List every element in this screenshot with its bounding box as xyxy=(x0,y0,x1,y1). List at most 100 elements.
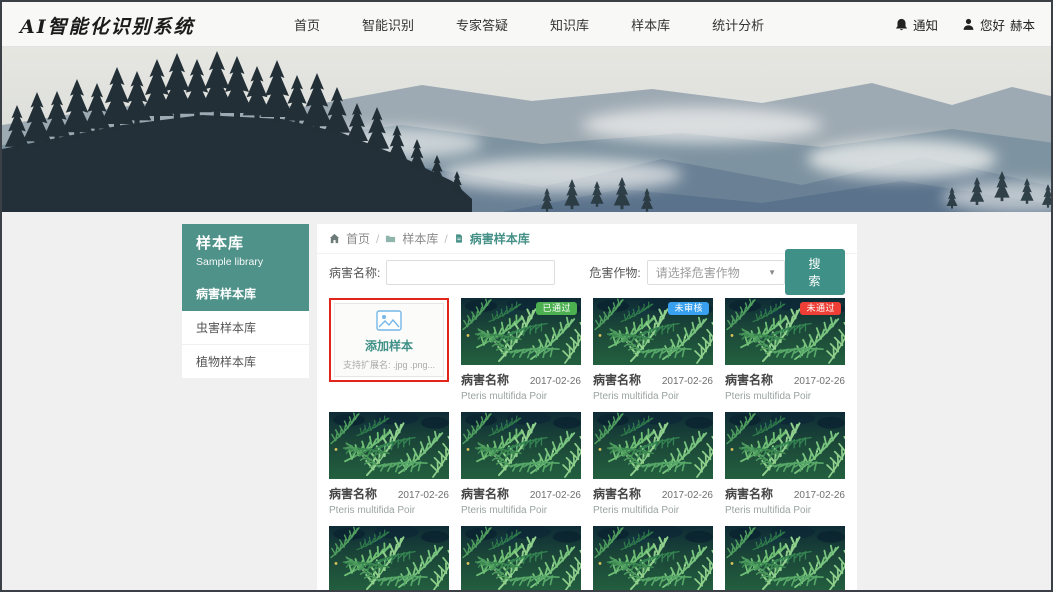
card-species: Pteris multifida Poir xyxy=(329,505,449,516)
breadcrumb-separator: / xyxy=(444,232,447,246)
nav-item-recognition[interactable]: 智能识别 xyxy=(362,15,414,34)
nav-item-samples[interactable]: 样本库 xyxy=(631,15,670,34)
home-icon xyxy=(329,233,340,244)
breadcrumb-current: 病害样本库 xyxy=(470,230,530,247)
card-species: Pteris multifida Poir xyxy=(593,391,713,402)
picture-icon xyxy=(376,310,402,331)
sample-thumbnail[interactable] xyxy=(329,526,449,592)
sample-grid: 添加样本 支持扩展名: .jpg .png... 已通过 病害名称 2017-0… xyxy=(317,290,857,592)
fern-photo xyxy=(725,412,845,479)
sample-thumbnail[interactable]: 未通过 xyxy=(725,298,845,365)
chevron-down-icon: ▼ xyxy=(768,268,776,277)
add-sample-label: 添加样本 xyxy=(365,337,413,354)
sample-thumbnail[interactable] xyxy=(593,526,713,592)
card-date: 2017-02-26 xyxy=(794,490,845,501)
sample-card[interactable]: 病害名称 2017-02-26 Pteris multifida Poir xyxy=(725,526,845,592)
card-species: Pteris multifida Poir xyxy=(461,391,581,402)
sidebar-title: 样本库 xyxy=(196,232,295,253)
card-title: 病害名称 xyxy=(593,485,641,502)
sample-card[interactable]: 已通过 病害名称 2017-02-26 Pteris multifida Poi… xyxy=(461,298,581,402)
filter-bar: 病害名称: 危害作物: 请选择危害作物 ▼ 搜索 xyxy=(317,254,857,290)
nav-item-statistics[interactable]: 统计分析 xyxy=(712,15,764,34)
sample-thumbnail[interactable] xyxy=(725,412,845,479)
card-title: 病害名称 xyxy=(725,485,773,502)
sample-card[interactable]: 病害名称 2017-02-26 Pteris multifida Poir xyxy=(461,412,581,516)
crop-select[interactable]: 请选择危害作物 ▼ xyxy=(647,260,785,285)
card-species: Pteris multifida Poir xyxy=(593,505,713,516)
sample-thumbnail[interactable] xyxy=(725,526,845,592)
card-date: 2017-02-26 xyxy=(794,376,845,387)
fern-photo xyxy=(593,526,713,592)
greeting-label: 您好 xyxy=(980,15,1005,34)
sample-thumbnail[interactable]: 已通过 xyxy=(461,298,581,365)
sample-card[interactable]: 病害名称 2017-02-26 Pteris multifida Poir xyxy=(593,412,713,516)
notifications-label: 通知 xyxy=(913,15,938,34)
hero-banner xyxy=(2,47,1053,212)
nav-item-expert-qa[interactable]: 专家答疑 xyxy=(456,15,508,34)
app-window: AI智能化识别系统 首页 智能识别 专家答疑 知识库 样本库 统计分析 通知 xyxy=(0,0,1053,592)
card-title: 病害名称 xyxy=(461,485,509,502)
card-date: 2017-02-26 xyxy=(530,490,581,501)
folder-icon xyxy=(385,233,396,244)
content-panel: 首页 / 样本库 / 病害样本库 病害名称: 危害作物: 请选择危害作物 ▼ 搜… xyxy=(317,224,857,592)
app-logo[interactable]: AI智能化识别系统 xyxy=(20,12,195,39)
fern-photo xyxy=(329,412,449,479)
sidebar-item-disease-samples[interactable]: 病害样本库 xyxy=(182,277,309,311)
add-sample-hint: 支持扩展名: .jpg .png... xyxy=(343,358,435,371)
disease-name-input[interactable] xyxy=(386,260,555,285)
card-meta: 病害名称 2017-02-26 Pteris multifida Poir xyxy=(593,485,713,516)
nav-item-home[interactable]: 首页 xyxy=(294,15,320,34)
sample-card[interactable]: 病害名称 2017-02-26 Pteris multifida Poir xyxy=(593,526,713,592)
card-meta: 病害名称 2017-02-26 Pteris multifida Poir xyxy=(725,371,845,402)
sample-card[interactable]: 未审核 病害名称 2017-02-26 Pteris multifida Poi… xyxy=(593,298,713,402)
sidebar-item-pest-samples[interactable]: 虫害样本库 xyxy=(182,311,309,345)
card-date: 2017-02-26 xyxy=(662,376,713,387)
breadcrumb-home[interactable]: 首页 xyxy=(346,230,370,247)
fern-photo xyxy=(725,526,845,592)
status-badge: 未审核 xyxy=(668,302,709,315)
navbar-right: 通知 您好 赫本 xyxy=(895,2,1035,47)
sidebar-item-plant-samples[interactable]: 植物样本库 xyxy=(182,345,309,379)
fern-photo xyxy=(461,412,581,479)
sample-thumbnail[interactable] xyxy=(593,412,713,479)
fern-photo xyxy=(461,526,581,592)
card-title: 病害名称 xyxy=(593,371,641,388)
fern-photo xyxy=(329,526,449,592)
username-label: 赫本 xyxy=(1010,15,1035,34)
card-species: Pteris multifida Poir xyxy=(461,505,581,516)
bell-icon xyxy=(895,18,908,31)
sample-thumbnail[interactable]: 未审核 xyxy=(593,298,713,365)
breadcrumb-library[interactable]: 样本库 xyxy=(402,230,438,247)
sample-thumbnail[interactable] xyxy=(461,526,581,592)
sample-thumbnail[interactable] xyxy=(329,412,449,479)
sample-thumbnail[interactable] xyxy=(461,412,581,479)
status-badge: 已通过 xyxy=(536,302,577,315)
user-menu[interactable]: 您好 赫本 xyxy=(962,15,1035,34)
crop-select-value: 请选择危害作物 xyxy=(656,264,740,281)
add-sample-button[interactable]: 添加样本 支持扩展名: .jpg .png... xyxy=(334,303,444,377)
sample-card[interactable]: 病害名称 2017-02-26 Pteris multifida Poir xyxy=(461,526,581,592)
card-species: Pteris multifida Poir xyxy=(725,505,845,516)
person-icon xyxy=(962,18,975,31)
highlight-box: 添加样本 支持扩展名: .jpg .png... xyxy=(329,298,449,382)
sample-card[interactable]: 病害名称 2017-02-26 Pteris multifida Poir xyxy=(329,526,449,592)
card-species: Pteris multifida Poir xyxy=(725,391,845,402)
fern-photo xyxy=(593,412,713,479)
card-meta: 病害名称 2017-02-26 Pteris multifida Poir xyxy=(593,371,713,402)
notifications-button[interactable]: 通知 xyxy=(895,15,938,34)
search-button[interactable]: 搜索 xyxy=(785,249,845,295)
main-nav: 首页 智能识别 专家答疑 知识库 样本库 统计分析 xyxy=(294,2,764,47)
sample-card[interactable]: 病害名称 2017-02-26 Pteris multifida Poir xyxy=(725,412,845,516)
sample-card[interactable]: 未通过 病害名称 2017-02-26 Pteris multifida Poi… xyxy=(725,298,845,402)
nav-item-knowledge[interactable]: 知识库 xyxy=(550,15,589,34)
sidebar-subtitle: Sample library xyxy=(196,256,295,268)
card-title: 病害名称 xyxy=(329,485,377,502)
sample-card[interactable]: 病害名称 2017-02-26 Pteris multifida Poir xyxy=(329,412,449,516)
status-badge: 未通过 xyxy=(800,302,841,315)
card-meta: 病害名称 2017-02-26 Pteris multifida Poir xyxy=(461,371,581,402)
card-date: 2017-02-26 xyxy=(398,490,449,501)
card-title: 病害名称 xyxy=(461,371,509,388)
card-meta: 病害名称 2017-02-26 Pteris multifida Poir xyxy=(461,485,581,516)
top-navbar: AI智能化识别系统 首页 智能识别 专家答疑 知识库 样本库 统计分析 通知 xyxy=(2,2,1051,47)
disease-name-label: 病害名称: xyxy=(329,264,380,281)
